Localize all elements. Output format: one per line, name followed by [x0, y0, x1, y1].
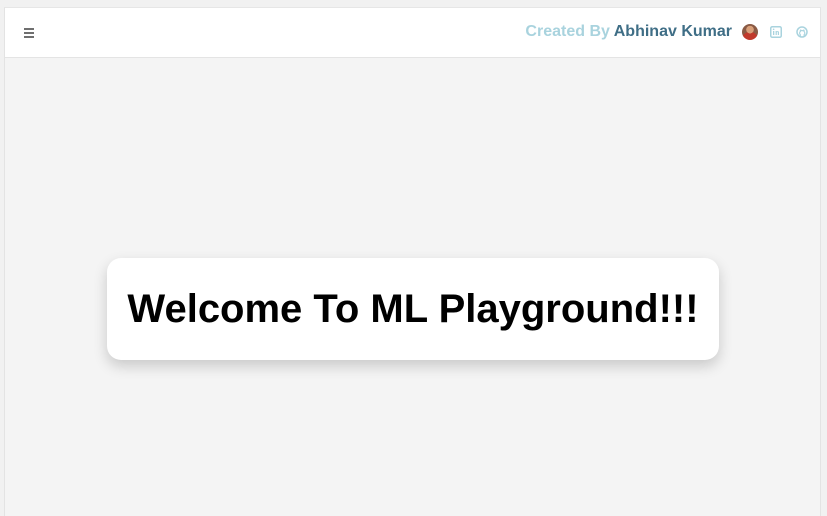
author-credit: Created By Abhinav Kumar — [525, 23, 732, 41]
avatar[interactable] — [742, 24, 758, 40]
welcome-title: Welcome To ML Playground!!! — [127, 286, 699, 331]
app-frame: Created By Abhinav Kumar Welcome To ML P — [4, 7, 821, 516]
github-icon[interactable] — [794, 24, 810, 40]
author-name[interactable]: Abhinav Kumar — [614, 23, 732, 40]
header-right: Created By Abhinav Kumar — [525, 8, 810, 56]
menu-icon[interactable] — [21, 24, 37, 40]
top-header: Created By Abhinav Kumar — [5, 8, 820, 58]
linkedin-icon[interactable] — [768, 24, 784, 40]
welcome-card: Welcome To ML Playground!!! — [107, 258, 719, 360]
credit-prefix: Created By — [525, 23, 614, 40]
